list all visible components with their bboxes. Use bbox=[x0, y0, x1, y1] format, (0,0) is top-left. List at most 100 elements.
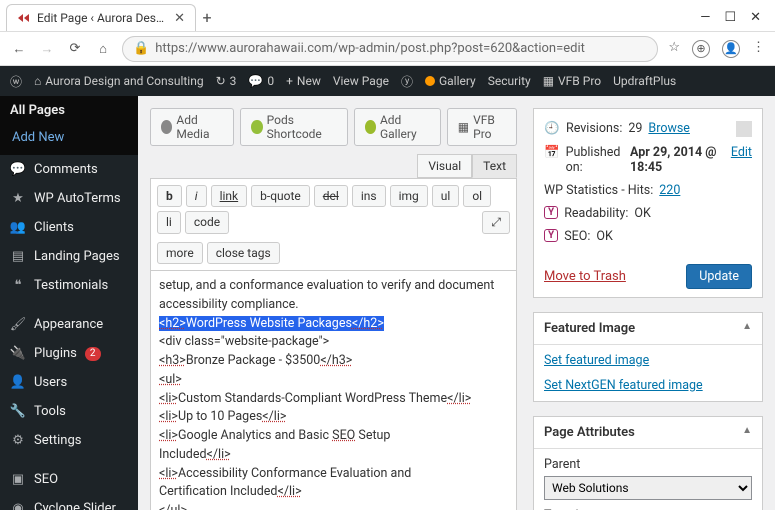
revisions-row: 🕘 Revisions: 29 Browse bbox=[544, 117, 752, 141]
edit-date-link[interactable]: Edit bbox=[731, 145, 752, 160]
sidebar-plugins[interactable]: 🔌Plugins2 bbox=[0, 339, 138, 368]
sidebar-autoterms[interactable]: ★WP AutoTerms bbox=[0, 184, 138, 213]
pods-icon bbox=[251, 120, 262, 134]
move-to-trash-link[interactable]: Move to Trash bbox=[544, 269, 626, 284]
qt-img[interactable]: img bbox=[390, 185, 428, 207]
sidebar-testimonials[interactable]: ❝Testimonials bbox=[0, 271, 138, 300]
publish-box: 🕘 Revisions: 29 Browse 📅 Published on: A… bbox=[533, 108, 763, 298]
adminbar-new[interactable]: +New bbox=[286, 74, 321, 88]
parent-select[interactable]: Web Solutions bbox=[544, 476, 752, 500]
adminbar-yoast-icon[interactable]: ⓨ bbox=[401, 73, 413, 90]
wp-admin-bar: ⓦ ⌂Aurora Design and Consulting ↻3 💬0 +N… bbox=[0, 66, 775, 96]
sidebar-add-new[interactable]: Add New bbox=[0, 125, 138, 155]
stats-hits-link[interactable]: 220 bbox=[659, 183, 680, 198]
featured-image-box: Featured Image▲ Set featured image Set N… bbox=[533, 312, 763, 402]
refresh-icon: ↻ bbox=[216, 74, 226, 88]
plug-icon: 🔌 bbox=[10, 346, 26, 361]
comment-icon: 💬 bbox=[248, 74, 263, 88]
gallery-icon bbox=[365, 120, 376, 134]
cyclone-icon: ◉ bbox=[10, 501, 26, 510]
window-minimize-icon[interactable]: — bbox=[700, 10, 710, 25]
qt-bquote[interactable]: b-quote bbox=[251, 185, 310, 207]
vfb-pro-button[interactable]: ▦VFB Pro bbox=[447, 108, 517, 146]
sidebar-landing[interactable]: ▤Landing Pages bbox=[0, 242, 138, 271]
browse-revisions-link[interactable]: Browse bbox=[648, 121, 690, 136]
main-area: All Pages Add New 💬Comments ★WP AutoTerm… bbox=[0, 96, 775, 510]
qt-code[interactable]: code bbox=[185, 211, 229, 234]
parent-label: Parent bbox=[544, 457, 752, 472]
qt-del[interactable]: del bbox=[314, 185, 348, 207]
sidebar-all-pages[interactable]: All Pages bbox=[0, 96, 138, 125]
sidebar-comments[interactable]: 💬Comments bbox=[0, 155, 138, 184]
window-maximize-icon[interactable]: ☐ bbox=[724, 10, 736, 25]
collapse-icon[interactable]: ▲ bbox=[742, 321, 752, 336]
sidebar-appearance[interactable]: 🖌Appearance bbox=[0, 310, 138, 339]
adminbar-gallery[interactable]: Gallery bbox=[425, 74, 476, 88]
nav-forward-icon: → bbox=[38, 41, 56, 57]
sidebar-clients[interactable]: 👥Clients bbox=[0, 213, 138, 242]
star-icon: ★ bbox=[10, 191, 26, 206]
sidebar-settings[interactable]: ⚙Settings bbox=[0, 426, 138, 455]
new-tab-button[interactable]: + bbox=[196, 4, 218, 31]
extension-icon[interactable]: ⊕ bbox=[692, 40, 710, 58]
sidebar-tools[interactable]: 🔧Tools bbox=[0, 397, 138, 426]
set-featured-image-link[interactable]: Set featured image bbox=[544, 353, 649, 368]
adminbar-updates[interactable]: ↻3 bbox=[216, 74, 237, 88]
window-close-icon[interactable]: ✕ bbox=[750, 10, 761, 25]
yoast-icon: Y bbox=[544, 229, 558, 242]
home-icon[interactable]: ⌂ bbox=[94, 41, 112, 57]
qt-li[interactable]: li bbox=[157, 211, 181, 234]
qt-ins[interactable]: ins bbox=[352, 185, 386, 207]
tab-close-icon[interactable]: ✕ bbox=[174, 11, 185, 26]
qt-ul[interactable]: ul bbox=[432, 185, 460, 207]
nav-back-icon[interactable]: ← bbox=[10, 41, 28, 57]
set-nextgen-featured-link[interactable]: Set NextGEN featured image bbox=[544, 378, 703, 393]
adminbar-viewpage[interactable]: View Page bbox=[333, 74, 389, 88]
star-icon[interactable]: ☆ bbox=[668, 40, 680, 58]
sidebar-seo[interactable]: ▣SEO bbox=[0, 465, 138, 494]
sidebar-users[interactable]: 👤Users bbox=[0, 368, 138, 397]
wrench-icon: 🔧 bbox=[10, 404, 26, 419]
readability-row: Y Readability: OK bbox=[544, 202, 752, 225]
wp-sidebar: All Pages Add New 💬Comments ★WP AutoTerm… bbox=[0, 96, 138, 510]
browser-tab[interactable]: Edit Page ‹ Aurora Design and C… ✕ bbox=[6, 4, 196, 31]
editor-tabs: Visual Text bbox=[150, 154, 517, 178]
editor-column: Add Media Pods Shortcode Add Gallery ▦VF… bbox=[150, 108, 517, 510]
adminbar-site-link[interactable]: ⌂Aurora Design and Consulting bbox=[34, 74, 204, 88]
url-bar[interactable]: 🔒 https://www.aurorahawaii.com/wp-admin/… bbox=[122, 36, 658, 62]
code-editor[interactable]: setup, and a conformance evaluation to v… bbox=[150, 270, 517, 510]
tab-text[interactable]: Text bbox=[472, 154, 517, 178]
kebab-menu-icon[interactable]: ⋮ bbox=[752, 40, 765, 58]
adminbar-security[interactable]: Security bbox=[488, 74, 531, 88]
qt-link[interactable]: link bbox=[211, 185, 248, 207]
browser-nav-bar: ← → ⟳ ⌂ 🔒 https://www.aurorahawaii.com/w… bbox=[0, 32, 775, 66]
calendar-icon: 📅 bbox=[544, 145, 560, 160]
update-button[interactable]: Update bbox=[686, 264, 752, 289]
pods-shortcode-button[interactable]: Pods Shortcode bbox=[240, 108, 347, 146]
clock-icon: 🕘 bbox=[544, 121, 560, 136]
adminbar-vfb[interactable]: ▦ VFB Pro bbox=[543, 74, 601, 88]
qt-i[interactable]: i bbox=[186, 185, 207, 207]
add-media-button[interactable]: Add Media bbox=[150, 108, 234, 146]
collapse-icon[interactable]: ▲ bbox=[742, 425, 752, 440]
wp-logo-icon[interactable]: ⓦ bbox=[10, 73, 22, 90]
qt-close-tags[interactable]: close tags bbox=[207, 242, 280, 264]
profile-icon[interactable]: 👤 bbox=[722, 40, 740, 58]
browser-window-bar: Edit Page ‹ Aurora Design and C… ✕ + — ☐… bbox=[0, 0, 775, 32]
adminbar-updraft[interactable]: UpdraftPlus bbox=[613, 74, 676, 88]
window-controls: — ☐ ✕ bbox=[686, 10, 775, 31]
quote-icon: ❝ bbox=[10, 278, 26, 293]
adminbar-comments[interactable]: 💬0 bbox=[248, 74, 274, 88]
reload-icon[interactable]: ⟳ bbox=[66, 41, 84, 56]
tab-visual[interactable]: Visual bbox=[417, 154, 472, 178]
page-icon: ▤ bbox=[10, 249, 26, 264]
qt-b[interactable]: b bbox=[157, 185, 182, 207]
page-attributes-box: Page Attributes▲ Parent Web Solutions Te… bbox=[533, 416, 763, 510]
qt-more[interactable]: more bbox=[157, 242, 203, 264]
sidebar-cyclone[interactable]: ◉Cyclone Slider bbox=[0, 494, 138, 510]
comment-icon: 💬 bbox=[10, 162, 26, 177]
qt-fullscreen[interactable]: ⤢ bbox=[482, 211, 510, 234]
orange-dot-icon bbox=[425, 76, 435, 86]
add-gallery-button[interactable]: Add Gallery bbox=[354, 108, 441, 146]
qt-ol[interactable]: ol bbox=[463, 185, 491, 207]
